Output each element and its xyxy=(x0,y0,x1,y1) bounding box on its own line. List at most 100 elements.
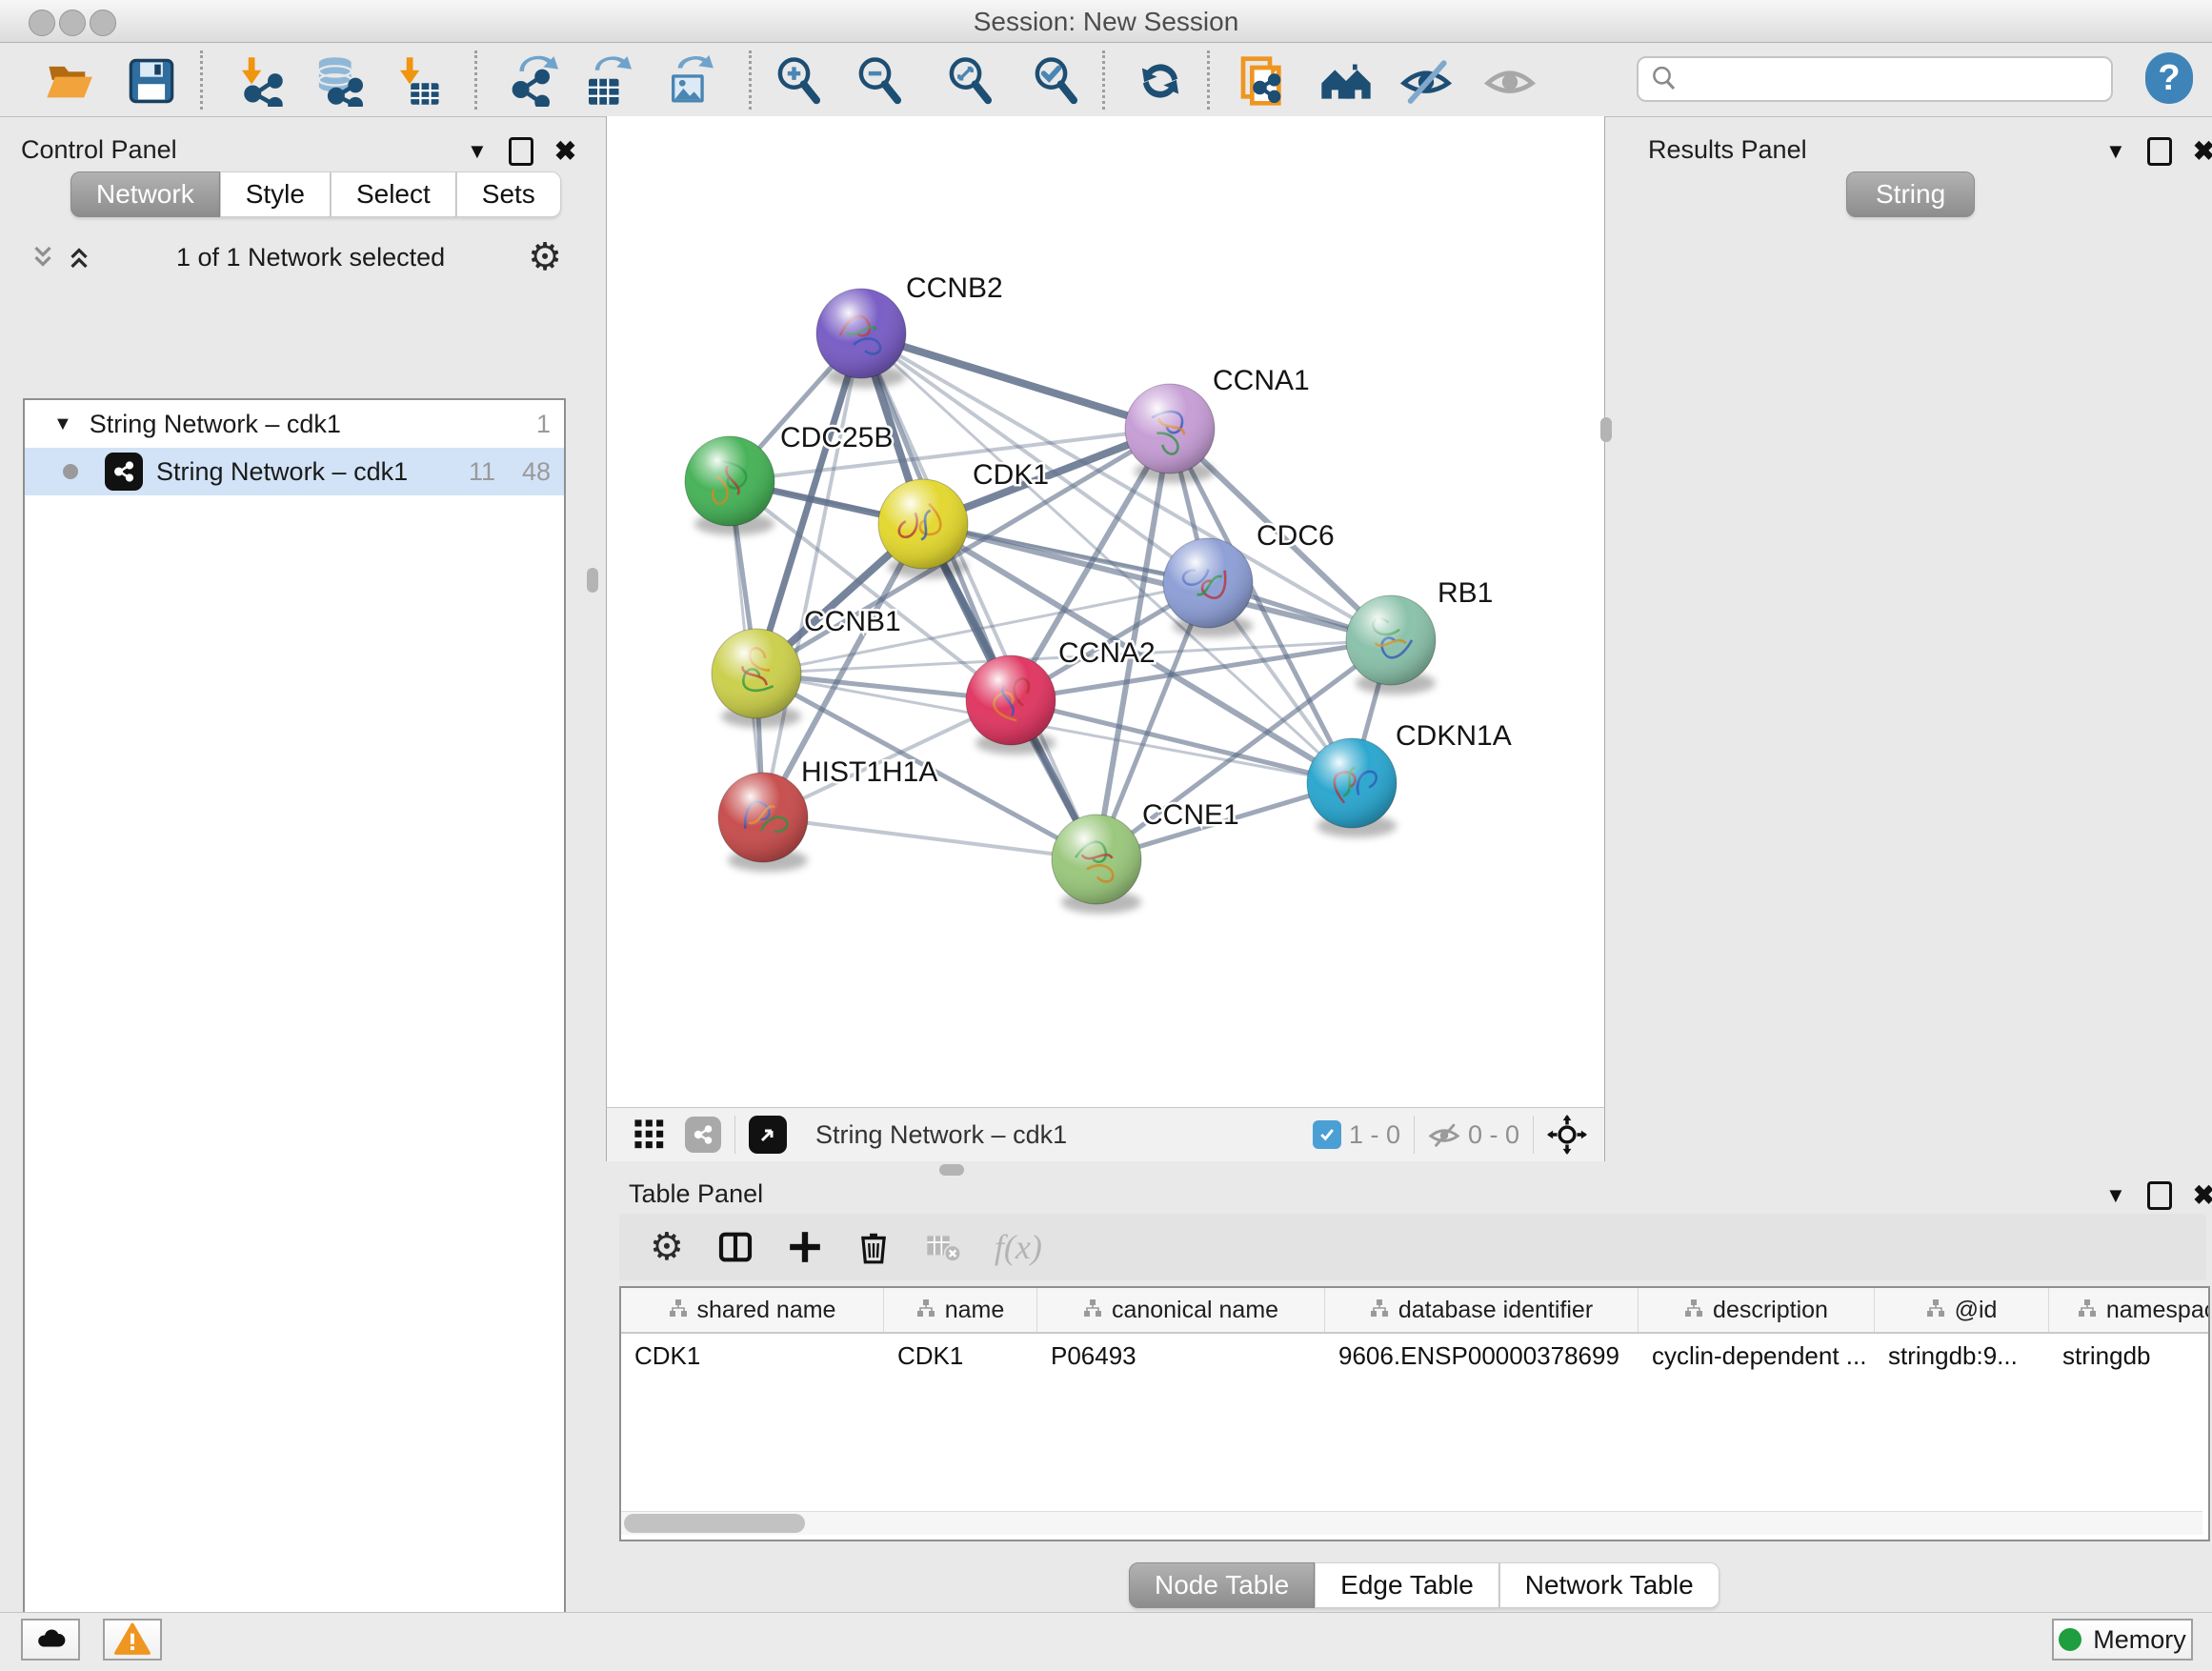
tab-network-table[interactable]: Network Table xyxy=(1499,1562,1719,1608)
panel-close-icon[interactable]: ✖ xyxy=(2193,135,2212,167)
toolbar-separator xyxy=(474,50,477,110)
network-node-CDC25B[interactable] xyxy=(685,436,774,535)
help-button[interactable]: ? xyxy=(2145,52,2193,104)
search-input[interactable] xyxy=(1688,64,2100,95)
column-header-canonical-name[interactable]: canonical name xyxy=(1037,1288,1325,1332)
table-cell[interactable]: P06493 xyxy=(1037,1334,1325,1378)
network-node-CDKN1A[interactable] xyxy=(1307,738,1397,837)
tab-sets[interactable]: Sets xyxy=(456,171,561,217)
zoom-selected-button[interactable] xyxy=(1029,54,1082,108)
network-node-CCNA2[interactable] xyxy=(966,655,1056,755)
clone-network-button[interactable] xyxy=(1237,54,1290,108)
table-cell[interactable]: stringdb:9... xyxy=(1875,1334,2049,1378)
table-cell[interactable]: CDK1 xyxy=(884,1334,1037,1378)
houses-button[interactable] xyxy=(1319,54,1373,108)
panel-collapse-icon[interactable]: ▼ xyxy=(467,139,488,164)
import-network-file-button[interactable] xyxy=(232,54,286,108)
hidden-eye-slash-icon xyxy=(1428,1118,1460,1151)
left-splitter-handle[interactable] xyxy=(587,568,598,593)
zoom-out-icon xyxy=(854,55,905,107)
network-collection-row[interactable]: ▼ String Network – cdk1 1 xyxy=(25,400,564,448)
table-horizontal-scrollbar[interactable] xyxy=(621,1511,2202,1535)
grid-view-icon[interactable] xyxy=(633,1118,666,1151)
open-session-button[interactable] xyxy=(42,54,95,108)
add-column-icon[interactable] xyxy=(787,1229,823,1265)
table-row[interactable]: CDK1CDK1P064939606.ENSP00000378699cyclin… xyxy=(621,1334,2208,1378)
panel-float-icon[interactable] xyxy=(509,137,533,166)
cloud-status-button[interactable] xyxy=(21,1619,80,1661)
zoom-out-button[interactable] xyxy=(853,54,906,108)
column-header-database-identifier[interactable]: database identifier xyxy=(1325,1288,1639,1332)
network-node-count: 11 xyxy=(469,457,495,487)
column-header-description[interactable]: description xyxy=(1639,1288,1875,1332)
export-image-button[interactable] xyxy=(662,54,715,108)
refresh-icon xyxy=(1135,55,1186,107)
show-all-button[interactable] xyxy=(1483,54,1537,108)
network-row[interactable]: String Network – cdk1 11 48 xyxy=(25,448,564,495)
network-node-CDC6[interactable] xyxy=(1163,538,1253,637)
network-share-view-icon[interactable] xyxy=(685,1117,721,1153)
tab-style[interactable]: Style xyxy=(220,171,331,217)
network-edge[interactable] xyxy=(861,333,1170,429)
panel-close-icon[interactable]: ✖ xyxy=(2193,1179,2212,1211)
table-cell[interactable]: cyclin-dependent ... xyxy=(1639,1334,1875,1378)
network-edge[interactable] xyxy=(763,333,861,817)
export-table-button[interactable] xyxy=(579,54,633,108)
panel-collapse-icon[interactable]: ▼ xyxy=(2105,139,2126,164)
network-node-CCNA1[interactable] xyxy=(1125,384,1215,483)
delete-column-icon[interactable] xyxy=(855,1229,892,1265)
refresh-view-button[interactable] xyxy=(1134,54,1187,108)
birds-eye-view-icon[interactable] xyxy=(749,1116,787,1154)
column-header-name[interactable]: name xyxy=(884,1288,1037,1332)
expand-all-icon[interactable] xyxy=(29,243,57,272)
memory-button[interactable]: Memory xyxy=(2052,1619,2193,1661)
column-header-namespace[interactable]: namespace xyxy=(2049,1288,2210,1332)
column-header-shared-name[interactable]: shared name xyxy=(621,1288,884,1332)
panel-float-icon[interactable] xyxy=(2147,137,2172,166)
open-folder-icon xyxy=(44,56,93,106)
panel-float-icon[interactable] xyxy=(2147,1181,2172,1210)
tab-network[interactable]: Network xyxy=(70,171,220,217)
import-table-button[interactable] xyxy=(391,54,444,108)
zoom-fit-button[interactable] xyxy=(943,54,996,108)
tab-node-table[interactable]: Node Table xyxy=(1129,1562,1315,1608)
tree-expander-icon[interactable]: ▼ xyxy=(53,413,72,435)
show-columns-icon[interactable] xyxy=(716,1228,754,1266)
search-box[interactable] xyxy=(1637,56,2113,102)
houses-icon xyxy=(1319,54,1373,108)
network-options-gear-icon[interactable]: ⚙ xyxy=(528,235,562,279)
table-cell[interactable]: CDK1 xyxy=(621,1334,884,1378)
import-network-database-button[interactable] xyxy=(311,54,364,108)
network-node-HIST1H1A[interactable] xyxy=(718,773,808,872)
tab-string[interactable]: String xyxy=(1846,171,1975,217)
network-node-CDK1[interactable] xyxy=(878,479,968,578)
table-cell[interactable]: 9606.ENSP00000378699 xyxy=(1325,1334,1639,1378)
save-session-button[interactable] xyxy=(125,54,178,108)
tab-select[interactable]: Select xyxy=(331,171,456,217)
warning-status-button[interactable] xyxy=(103,1619,162,1661)
network-node-CCNB2[interactable] xyxy=(816,289,906,388)
panel-close-icon[interactable]: ✖ xyxy=(554,135,576,167)
control-panel-tabs: NetworkStyleSelectSets xyxy=(70,171,561,217)
network-node-CCNE1[interactable] xyxy=(1052,815,1141,914)
collapse-all-icon[interactable] xyxy=(65,243,93,272)
export-network-button[interactable] xyxy=(506,54,559,108)
hide-selected-button[interactable] xyxy=(1399,54,1453,108)
table-cell[interactable]: stringdb xyxy=(2049,1334,2210,1378)
column-header-@id[interactable]: @id xyxy=(1875,1288,2049,1332)
zoom-in-button[interactable] xyxy=(772,54,825,108)
selected-checkbox-icon[interactable] xyxy=(1313,1120,1341,1149)
eye-icon xyxy=(1483,54,1537,108)
tab-edge-table[interactable]: Edge Table xyxy=(1315,1562,1499,1608)
network-canvas[interactable]: CCNB2CCNA1CDC25BCDK1CDC6RB1CCNB1CCNA2CDK… xyxy=(606,116,1605,1107)
network-node-CCNB1[interactable] xyxy=(712,629,801,728)
node-label-CCNA2: CCNA2 xyxy=(1058,637,1156,669)
scrollbar-thumb[interactable] xyxy=(624,1514,805,1533)
network-node-RB1[interactable] xyxy=(1346,595,1436,695)
table-options-gear-icon[interactable]: ⚙ xyxy=(650,1225,684,1269)
crosshair-icon[interactable] xyxy=(1547,1115,1587,1155)
panel-collapse-icon[interactable]: ▼ xyxy=(2105,1183,2126,1208)
table-tabs: Node TableEdge TableNetwork Table xyxy=(1129,1562,1719,1608)
node-label-CCNB2: CCNB2 xyxy=(906,272,1003,304)
network-edge[interactable] xyxy=(763,817,1096,859)
